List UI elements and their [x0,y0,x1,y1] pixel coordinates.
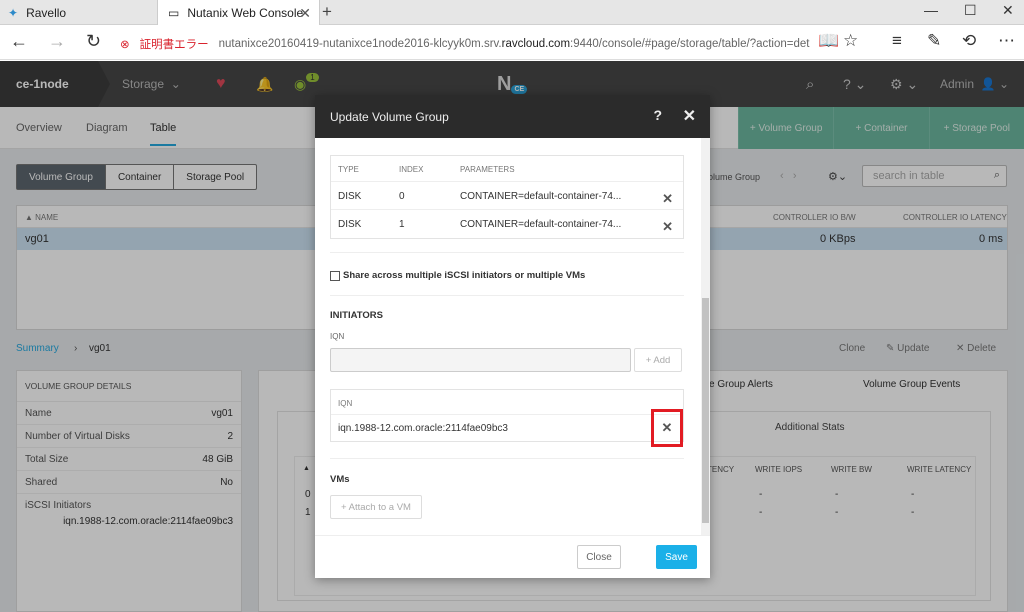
reading-view-icon[interactable]: 📖 [818,31,839,51]
share-checkbox-row[interactable]: Share across multiple iSCSI initiators o… [330,270,585,281]
tab-label: Ravello [26,5,67,20]
iqn-label: IQN [330,332,345,341]
share-icon[interactable]: ⟲ [962,31,976,51]
new-tab-icon[interactable]: + [322,2,332,22]
tab-nutanix[interactable]: ▭ Nutanix Web Console ✕ [157,0,320,26]
help-icon[interactable]: ? [653,107,662,123]
browser-tab-bar: ✦ Ravello ▭ Nutanix Web Console ✕ + — ☐ … [0,0,1024,26]
url-field[interactable]: ⊗ 証明書エラー nutanixce20160419-nutanixce1nod… [120,33,810,55]
iqn-input[interactable] [330,348,631,372]
share-checkbox[interactable] [330,270,340,281]
url-prefix: nutanixce20160419-nutanixce1node2016-klc… [218,38,502,50]
col-parameters: PARAMETERS [460,165,515,174]
tab-label: Nutanix Web Console [187,6,304,20]
disk-table-header: TYPE INDEX PARAMETERS [331,156,683,182]
dialog-scrollbar[interactable] [701,138,710,535]
forward-icon[interactable]: → [48,31,66,52]
disk-index: 1 [399,219,405,230]
disk-index: 0 [399,191,405,202]
dialog-header: Update Volume Group ? ✕ [315,95,710,138]
remove-disk-icon[interactable]: ✕ [662,219,673,235]
dialog-body: TYPE INDEX PARAMETERS DISK 0 CONTAINER=d… [315,138,710,535]
divider [330,252,684,253]
initiators-title: INITIATORS [330,310,383,321]
web-note-icon[interactable]: ✎ [927,31,941,51]
close-dialog-icon[interactable]: ✕ [683,106,696,126]
url-rest: :9440/console/#page/storage/table/?actio… [570,38,810,50]
minimize-icon[interactable]: — [924,2,938,18]
remove-disk-icon[interactable]: ✕ [662,191,673,207]
cert-error-icon[interactable]: ⊗ [120,37,130,51]
disk-row: DISK 0 CONTAINER=default-container-74...… [331,182,683,210]
disk-type: DISK [338,191,362,202]
initiator-table: IQN iqn.1988-12.com.oracle:2114fae09bc3 … [330,389,684,447]
ravello-icon: ✦ [8,5,19,20]
back-icon[interactable]: ← [10,31,28,52]
close-window-icon[interactable]: ✕ [1002,2,1014,19]
scrollbar-thumb[interactable] [702,298,709,523]
initiator-table-header: IQN [331,390,683,415]
disk-params: CONTAINER=default-container-74... [460,191,622,202]
disk-row: DISK 1 CONTAINER=default-container-74...… [331,210,683,238]
save-button[interactable]: Save [656,545,697,569]
dialog-footer: Close Save [315,535,710,578]
divider [330,458,684,459]
address-bar: ← → ↻ ⊗ 証明書エラー nutanixce20160419-nutanix… [0,25,1024,60]
divider [330,295,684,296]
attach-vm-button[interactable]: + Attach to a VM [330,495,422,519]
vms-title: VMs [330,474,350,485]
favorite-star-icon[interactable]: ☆ [843,31,858,51]
initiator-iqn: iqn.1988-12.com.oracle:2114fae09bc3 [338,423,508,434]
close-button[interactable]: Close [577,545,621,569]
hub-icon[interactable]: ≡ [892,31,902,51]
share-checkbox-label[interactable]: Share across multiple iSCSI initiators o… [343,270,585,281]
tab-ravello[interactable]: ✦ Ravello [0,0,157,25]
page-icon: ▭ [168,6,180,20]
url-host: ravcloud.com [501,38,571,50]
cert-error-label[interactable]: 証明書エラー [140,36,209,52]
refresh-icon[interactable]: ↻ [86,31,101,52]
dialog-title: Update Volume Group [330,109,449,124]
maximize-icon[interactable]: ☐ [964,2,977,19]
update-volume-group-dialog: Update Volume Group ? ✕ TYPE INDEX PARAM… [315,95,710,578]
disk-table: TYPE INDEX PARAMETERS DISK 0 CONTAINER=d… [330,155,684,239]
remove-initiator-icon[interactable]: ✕ [651,409,683,447]
disk-type: DISK [338,219,362,230]
add-initiator-button[interactable]: + Add [634,348,682,372]
close-tab-icon[interactable]: ✕ [299,5,311,22]
more-icon[interactable]: ⋯ [998,31,1015,51]
initiator-row: iqn.1988-12.com.oracle:2114fae09bc3 ✕ [331,409,683,447]
col-index: INDEX [399,165,424,174]
col-type: TYPE [338,165,359,174]
disk-params: CONTAINER=default-container-74... [460,219,622,230]
